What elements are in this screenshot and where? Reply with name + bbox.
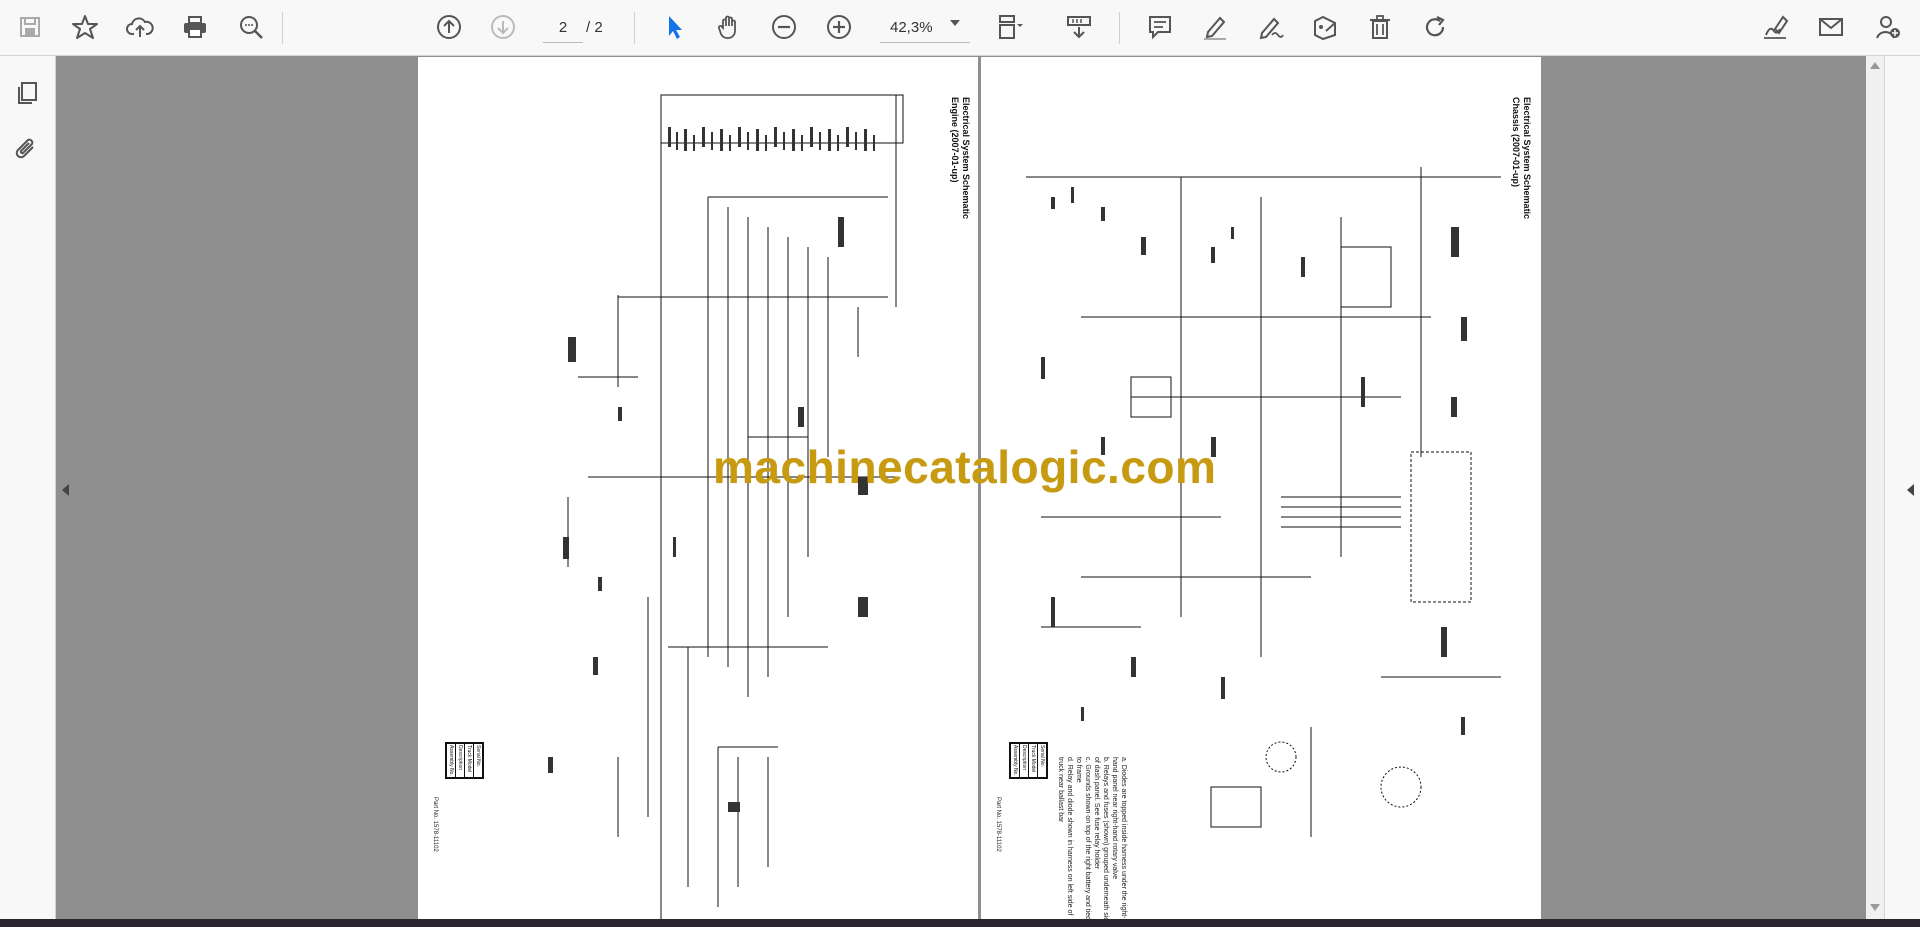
star-icon[interactable] — [68, 10, 102, 44]
expand-right-panel-icon[interactable] — [1907, 484, 1914, 496]
left-assembly-table: Assembly No. Description Truck Model Ser… — [445, 742, 484, 779]
taskbar-strip — [0, 919, 1920, 927]
scroll-up-icon[interactable] — [1870, 62, 1880, 69]
toolbar-separator — [634, 12, 635, 44]
top-toolbar: / 2 42,3% — [0, 0, 1920, 56]
page-up-icon[interactable] — [432, 10, 466, 44]
stamp-icon[interactable] — [1308, 10, 1342, 44]
collapse-left-panel-icon[interactable] — [62, 484, 69, 496]
sign-icon[interactable] — [1758, 10, 1792, 44]
right-panel — [1884, 56, 1920, 919]
zoom-out-icon[interactable] — [767, 10, 801, 44]
right-notes: a. Diodes are topped inside harness unde… — [1057, 757, 1127, 919]
right-part-number: Part No. 1578-11102 — [995, 797, 1001, 852]
page-fit-icon[interactable] — [993, 10, 1027, 44]
comment-icon[interactable] — [1143, 10, 1177, 44]
page-down-icon[interactable] — [486, 10, 520, 44]
delete-icon[interactable] — [1363, 10, 1397, 44]
left-part-number: Part No. 1578-11102 — [432, 797, 438, 852]
select-cursor-icon[interactable] — [657, 10, 691, 44]
scroll-down-icon[interactable] — [1870, 904, 1880, 911]
scroll-mode-icon[interactable] — [1062, 10, 1096, 44]
draw-icon[interactable] — [1253, 10, 1287, 44]
print-icon[interactable] — [178, 10, 212, 44]
page-number-input[interactable] — [543, 13, 583, 43]
zoom-select[interactable]: 42,3% — [880, 13, 970, 43]
hand-icon[interactable] — [712, 10, 746, 44]
save-icon[interactable] — [13, 10, 47, 44]
email-icon[interactable] — [1814, 10, 1848, 44]
add-account-icon[interactable] — [1871, 10, 1905, 44]
highlight-pen-icon[interactable] — [1198, 10, 1232, 44]
zoom-search-icon[interactable] — [234, 10, 268, 44]
page-total: / 2 — [586, 19, 603, 36]
left-panel — [0, 56, 69, 919]
toolbar-separator — [1119, 12, 1120, 44]
right-assembly-table: Assembly No. Description Truck Model Ser… — [1009, 742, 1048, 779]
toolbar-separator — [282, 12, 283, 44]
attachment-icon[interactable] — [10, 132, 44, 166]
zoom-in-icon[interactable] — [822, 10, 856, 44]
pages-icon[interactable] — [10, 76, 44, 110]
vertical-scrollbar[interactable] — [1866, 56, 1884, 919]
watermark-text: machinecatalogic.com — [713, 441, 1217, 493]
cloud-upload-icon[interactable] — [123, 10, 157, 44]
chevron-down-icon[interactable] — [950, 20, 960, 26]
rotate-icon[interactable] — [1418, 10, 1452, 44]
